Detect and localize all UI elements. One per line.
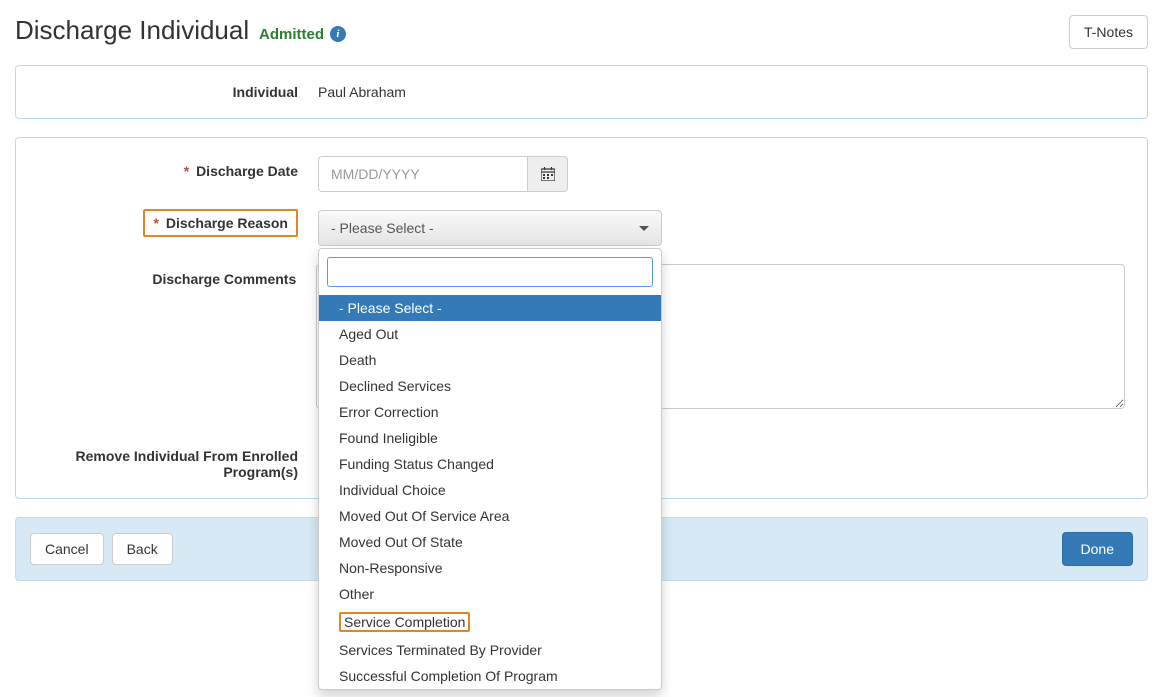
discharge-form-panel: * Discharge Date	[15, 137, 1148, 499]
dropdown-item[interactable]: Moved Out Of Service Area	[319, 503, 661, 529]
calendar-button[interactable]	[528, 156, 568, 192]
dropdown-item[interactable]: Successful Completion Of Program	[319, 663, 661, 689]
discharge-date-input[interactable]	[318, 156, 528, 192]
dropdown-item[interactable]: Service Completion	[319, 607, 661, 637]
individual-panel: Individual Paul Abraham	[15, 65, 1148, 119]
dropdown-item[interactable]: Non-Responsive	[319, 555, 661, 581]
dropdown-search-input[interactable]	[327, 257, 653, 287]
individual-name: Paul Abraham	[318, 84, 406, 100]
required-asterisk: *	[184, 163, 189, 179]
dropdown-item[interactable]: Funding Status Changed	[319, 451, 661, 477]
discharge-date-label: * Discharge Date	[38, 156, 318, 179]
discharge-reason-selected: - Please Select -	[331, 220, 434, 236]
remove-enrolled-label: Remove Individual From Enrolled Program(…	[38, 441, 318, 480]
dropdown-item[interactable]: Individual Choice	[319, 477, 661, 503]
dropdown-item[interactable]: Moved Out Of State	[319, 529, 661, 555]
dropdown-item[interactable]: Found Ineligible	[319, 425, 661, 451]
dropdown-item[interactable]: Death	[319, 347, 661, 373]
discharge-reason-select[interactable]: - Please Select -	[318, 210, 662, 246]
page-title: Discharge Individual	[15, 15, 249, 45]
required-asterisk: *	[153, 215, 158, 231]
status-badge: Admitted	[259, 26, 324, 43]
discharge-comments-label: Discharge Comments	[38, 264, 316, 287]
caret-down-icon	[639, 226, 649, 231]
back-button[interactable]: Back	[112, 533, 173, 565]
done-button[interactable]: Done	[1062, 532, 1133, 566]
individual-label: Individual	[38, 84, 318, 100]
dropdown-item[interactable]: Services Terminated By Provider	[319, 637, 661, 663]
discharge-reason-label: Discharge Reason	[166, 215, 288, 231]
calendar-icon	[541, 167, 555, 181]
cancel-button[interactable]: Cancel	[30, 533, 104, 565]
dropdown-item[interactable]: Error Correction	[319, 399, 661, 425]
tnotes-button[interactable]: T-Notes	[1069, 15, 1148, 49]
dropdown-item[interactable]: Aged Out	[319, 321, 661, 347]
discharge-reason-label-wrap: * Discharge Reason	[38, 210, 318, 237]
info-icon[interactable]: i	[330, 26, 346, 42]
discharge-reason-dropdown: - Please Select -Aged OutDeathDeclined S…	[318, 248, 662, 690]
dropdown-item[interactable]: - Please Select -	[319, 295, 661, 321]
dropdown-item[interactable]: Other	[319, 581, 661, 607]
dropdown-item[interactable]: Declined Services	[319, 373, 661, 399]
